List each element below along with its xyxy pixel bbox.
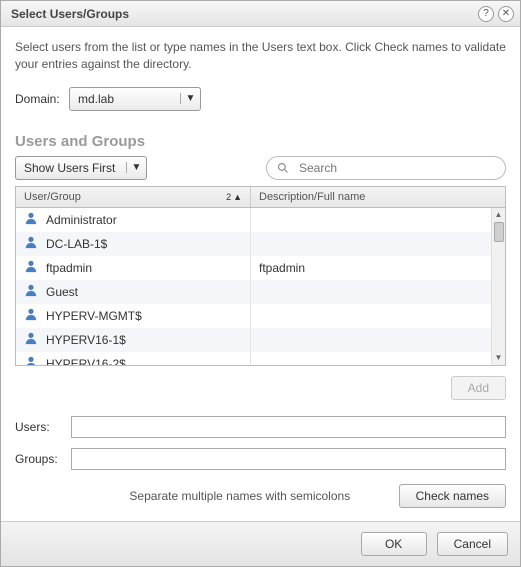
cancel-button[interactable]: Cancel	[437, 532, 508, 556]
table-row[interactable]: ftpadmin ftpadmin	[16, 256, 505, 280]
table-row[interactable]: Administrator	[16, 208, 505, 232]
chevron-down-icon: ▼	[126, 162, 146, 173]
row-name: Administrator	[46, 213, 117, 227]
add-row: Add	[15, 366, 506, 416]
select-users-groups-dialog: Select Users/Groups ? ✕ Select users fro…	[0, 0, 521, 567]
show-filter-value: Show Users First	[16, 161, 126, 175]
domain-value: md.lab	[70, 92, 180, 106]
filter-bar: Show Users First ▼	[15, 156, 506, 180]
row-name: ftpadmin	[46, 261, 92, 275]
sort-asc-icon: ▲	[233, 192, 242, 202]
domain-select[interactable]: md.lab ▼	[69, 87, 201, 111]
table-row[interactable]: HYPERV16-1$	[16, 328, 505, 352]
groups-input[interactable]	[71, 448, 506, 470]
table-row[interactable]: HYPERV-MGMT$	[16, 304, 505, 328]
check-names-button[interactable]: Check names	[399, 484, 506, 508]
user-icon	[24, 307, 38, 324]
user-icon	[24, 283, 38, 300]
add-button[interactable]: Add	[451, 376, 506, 400]
dialog-title: Select Users/Groups	[11, 7, 474, 21]
users-row: Users:	[15, 416, 506, 438]
hint-text: Separate multiple names with semicolons	[15, 489, 385, 503]
titlebar: Select Users/Groups ? ✕	[1, 1, 520, 27]
col-user-group[interactable]: User/Group 2 ▲	[16, 187, 251, 207]
search-box[interactable]	[266, 156, 506, 180]
row-name: HYPERV-MGMT$	[46, 309, 142, 323]
user-icon	[24, 355, 38, 365]
users-input[interactable]	[71, 416, 506, 438]
scroll-up-icon[interactable]: ▲	[492, 208, 506, 222]
domain-label: Domain:	[15, 92, 69, 106]
user-icon	[24, 259, 38, 276]
table-row[interactable]: HYPERV16-2$	[16, 352, 505, 365]
sort-indicator: 2 ▲	[226, 192, 242, 202]
domain-row: Domain: md.lab ▼	[15, 87, 506, 111]
users-groups-heading: Users and Groups	[15, 133, 506, 150]
users-label: Users:	[15, 420, 71, 434]
row-name: HYPERV16-1$	[46, 333, 126, 347]
table-row[interactable]: DC-LAB-1$	[16, 232, 505, 256]
instructions-text: Select users from the list or type names…	[15, 39, 506, 73]
ok-button[interactable]: OK	[361, 532, 427, 556]
table-header: User/Group 2 ▲ Description/Full name	[16, 187, 505, 208]
row-name: Guest	[46, 285, 78, 299]
row-name: HYPERV16-2$	[46, 357, 126, 365]
dialog-footer: OK Cancel	[1, 521, 520, 566]
col-description[interactable]: Description/Full name	[251, 187, 505, 207]
show-filter-select[interactable]: Show Users First ▼	[15, 156, 147, 180]
row-desc: ftpadmin	[259, 261, 305, 275]
users-groups-table: User/Group 2 ▲ Description/Full name Adm…	[15, 186, 506, 366]
table-body: Administrator DC-LAB-1$ ftpadmin ftpadmin Gu…	[16, 208, 505, 365]
search-icon	[277, 162, 289, 174]
hint-row: Separate multiple names with semicolons …	[15, 480, 506, 512]
scroll-down-icon[interactable]: ▼	[492, 351, 506, 365]
groups-label: Groups:	[15, 452, 71, 466]
vertical-scrollbar[interactable]: ▲ ▼	[491, 208, 505, 365]
user-icon	[24, 331, 38, 348]
groups-row: Groups:	[15, 448, 506, 470]
table-row[interactable]: Guest	[16, 280, 505, 304]
dialog-content: Select users from the list or type names…	[1, 27, 520, 521]
close-icon[interactable]: ✕	[498, 6, 514, 22]
search-input[interactable]	[297, 160, 495, 176]
user-icon	[24, 211, 38, 228]
row-name: DC-LAB-1$	[46, 237, 107, 251]
chevron-down-icon: ▼	[180, 93, 200, 104]
help-icon[interactable]: ?	[478, 6, 494, 22]
user-icon	[24, 235, 38, 252]
scroll-thumb[interactable]	[494, 222, 504, 242]
